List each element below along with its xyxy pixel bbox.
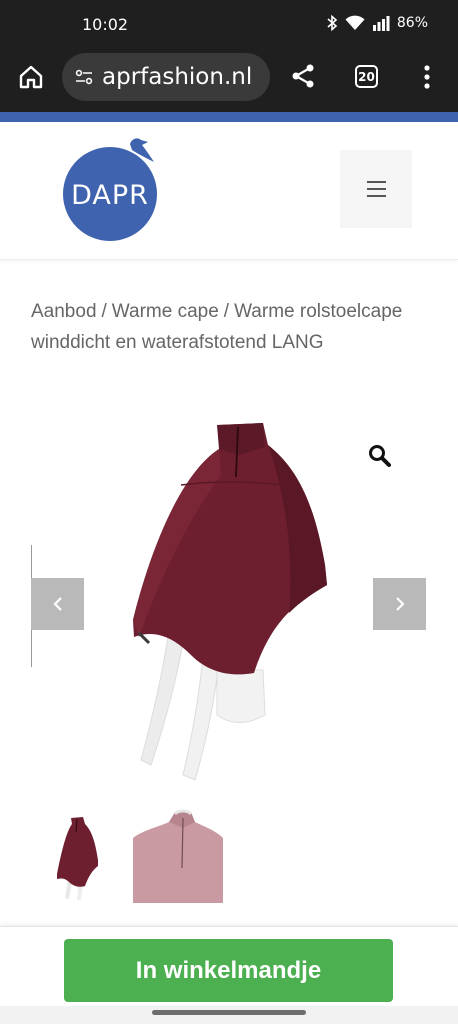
share-icon[interactable] [290, 63, 316, 89]
site-info-icon[interactable] [74, 67, 94, 87]
tab-switcher-button[interactable]: 20 [355, 65, 378, 88]
browser-toolbar: aprfashion.nl 20 [0, 50, 458, 112]
home-icon[interactable] [18, 64, 44, 90]
gallery-prev-button[interactable] [31, 578, 84, 630]
chevron-right-icon [395, 597, 405, 611]
hamburger-icon-line [367, 181, 386, 183]
signal-icon [372, 16, 390, 31]
status-bar: 10:02 86% [0, 0, 458, 50]
logo-text: DAPR [71, 180, 149, 211]
breadcrumb: Aanbod / Warme cape / Warme rolstoelcape win… [31, 296, 431, 358]
breadcrumb-separator: / [223, 301, 230, 322]
address-bar[interactable]: aprfashion.nl [62, 53, 270, 101]
sticky-cart-bar: In winkelmandje [0, 926, 458, 1006]
product-thumbnail-2[interactable] [133, 808, 223, 903]
gesture-handle[interactable] [152, 1010, 306, 1015]
url-text[interactable]: aprfashion.nl [102, 64, 252, 90]
product-image[interactable] [31, 415, 426, 795]
bluetooth-icon [327, 15, 338, 31]
status-time: 10:02 [82, 15, 129, 34]
site-header: DAPR [0, 122, 458, 260]
breadcrumb-link-warme-cape[interactable]: Warme cape [112, 301, 219, 322]
breadcrumb-link-aanbod[interactable]: Aanbod [31, 301, 97, 322]
wifi-icon [345, 15, 365, 30]
product-gallery [31, 415, 426, 795]
menu-button[interactable] [340, 150, 412, 228]
gesture-area [0, 1006, 458, 1024]
gallery-next-button[interactable] [373, 578, 426, 630]
more-icon[interactable] [420, 64, 434, 90]
status-icons: 86% [326, 15, 428, 31]
thumbnail-2-image [133, 808, 223, 903]
logo[interactable]: DAPR [58, 130, 163, 245]
product-thumbnail-1[interactable] [31, 808, 121, 903]
accent-strip [0, 112, 458, 122]
hamburger-icon-line [367, 188, 386, 190]
hamburger-icon-line [367, 195, 386, 197]
battery-level: 86% [396, 15, 428, 31]
zoom-icon[interactable] [367, 443, 393, 469]
chevron-left-icon [52, 597, 62, 611]
add-to-cart-button[interactable]: In winkelmandje [64, 939, 393, 1002]
breadcrumb-separator: / [101, 301, 107, 322]
